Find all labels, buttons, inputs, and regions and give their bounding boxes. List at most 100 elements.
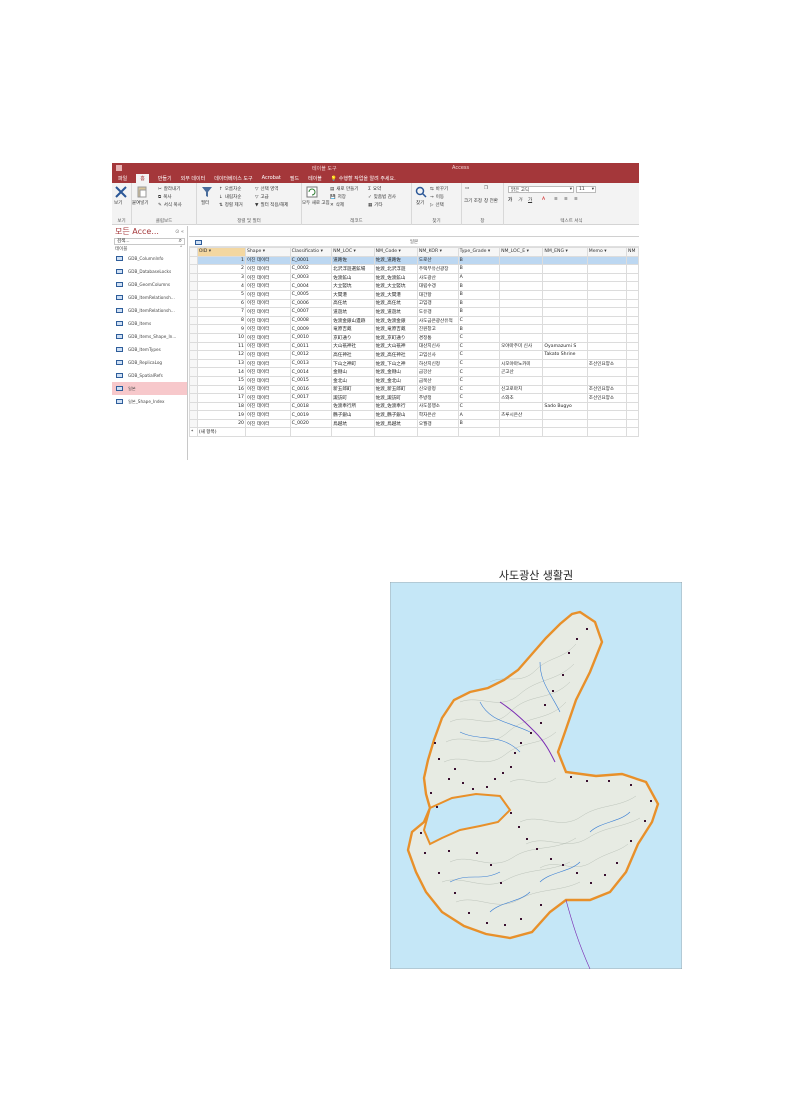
table-cell[interactable]: 佐渡鉱山 [331,272,375,283]
table-cell[interactable]: C_0006 [289,298,333,309]
table-cell[interactable] [586,410,628,420]
table-cell[interactable]: 이진 데이터 [244,272,291,283]
table-cell[interactable]: C_0012 [289,350,333,360]
table-cell[interactable]: 이진 데이터 [244,358,291,369]
goto-button[interactable]: → 이동 [430,194,444,201]
table-cell[interactable]: 佐渡_鶴子銀山 [373,410,418,420]
copy-button[interactable]: ⧉ 복사 [158,194,172,200]
table-cell[interactable]: 이진 데이터 [244,367,291,377]
table-cell[interactable]: C_0011 [289,341,333,352]
table-cell[interactable]: 곤고산 [499,367,544,377]
table-cell[interactable]: C_0016 [289,384,333,395]
refresh-all-button[interactable] [306,186,318,198]
table-cell[interactable]: 高任神社 [331,350,375,360]
table-cell[interactable]: 佐渡_道遊坑 [373,307,418,317]
table-cell[interactable]: C [457,332,501,343]
row-selector[interactable] [189,281,198,291]
table-cell[interactable]: 사도봉행소 [416,401,459,412]
table-cell[interactable]: 大立竪坑 [331,281,375,291]
table-cell[interactable] [499,298,544,309]
nav-item[interactable]: GDB_GeomColumns [112,278,187,291]
table-cell[interactable]: 금강산 [416,367,459,377]
align-center-button[interactable]: ≡ [564,197,568,202]
table-cell[interactable]: 鳥越坑 [331,418,375,429]
nav-item-selected[interactable]: 일본 [112,382,187,395]
table-cell[interactable]: 조선인요양소 [586,358,628,369]
table-cell[interactable] [499,255,544,266]
table-cell[interactable] [586,367,628,377]
table-cell[interactable]: 이진 데이터 [244,350,291,360]
table-cell[interactable]: 佐渡_大立竪坑 [373,281,418,291]
column-header-classification[interactable]: Classificatio ▾ [289,247,333,257]
table-cell[interactable] [586,332,628,343]
table-cell[interactable]: 新五郎町 [331,384,375,395]
tab-database-tools[interactable]: 데이터베이스 도구 [214,175,252,182]
table-cell[interactable] [626,315,639,326]
table-row[interactable]: 18 이진 데이터 C_0018 佐渡奉行所 佐渡_佐渡奉行 사도봉행소 C Sado Bug… [189,401,639,412]
table-row[interactable]: 3 이진 데이터 C_0003 佐渡鉱山 佐渡_佐渡鉱山 사도광산 A [189,272,639,283]
table-cell[interactable]: 佐渡_新五郎町 [373,384,418,395]
nav-header[interactable]: 모든 Acce... ⊙ « [112,226,187,237]
table-cell[interactable]: C_0005 [289,289,333,300]
table-cell[interactable]: 추방정 [416,393,459,403]
table-cell[interactable] [586,255,628,266]
tell-me-box[interactable]: 💡 수행할 작업을 알려 주세요. [331,175,405,182]
tab-table[interactable]: 테이블 [308,175,322,182]
table-row[interactable]: 9 이진 데이터 C_0009 竜原吉蔵 佐渡_竜原吉蔵 진원창고 B [189,324,639,334]
nav-search-input[interactable]: 검색... ⌕ [114,238,185,245]
table-cell[interactable] [586,418,628,429]
row-selector[interactable] [189,289,198,300]
table-cell[interactable]: 佐渡金銀山遺跡 [331,315,375,326]
tab-external-data[interactable]: 외부 데이터 [181,175,206,182]
table-cell[interactable]: 이진 데이터 [244,410,291,420]
table-cell[interactable] [586,281,628,291]
table-cell[interactable] [626,289,639,300]
new-record-row[interactable]: * (새 항목) [189,427,639,438]
column-header-nm[interactable]: NM [626,247,639,257]
table-cell[interactable]: 3 [196,272,246,283]
table-cell[interactable] [499,375,544,386]
selection-button[interactable]: ▽ 선택 영역 [255,186,278,193]
table-cell[interactable] [626,401,639,412]
table-cell[interactable] [626,264,639,274]
table-cell[interactable]: C_0013 [289,358,333,369]
table-cell[interactable]: 大山祇神社 [331,341,375,352]
table-row[interactable]: 13 이진 데이터 C_0013 下山之神町 佐渡_下山之神 하산지신정 C 시모야마노카미 조… [189,358,639,369]
table-cell[interactable]: 이진 데이터 [244,341,291,352]
table-cell[interactable]: C_0003 [289,272,333,283]
table-cell[interactable]: 이진 데이터 [244,264,291,274]
table-cell[interactable]: 佐渡_金剛山 [373,367,418,377]
table-cell[interactable] [542,307,588,317]
row-selector[interactable] [189,375,198,386]
table-cell[interactable]: 佐渡奉行所 [331,401,375,412]
table-cell[interactable]: C [457,367,501,377]
spelling-button[interactable]: ✓ 맞춤법 검사 [368,194,396,201]
table-cell[interactable] [499,332,544,343]
table-cell[interactable] [626,427,639,438]
table-cell[interactable]: 대산지신사 [416,341,459,352]
table-cell[interactable]: 佐渡_佐渡鉱山 [373,272,418,283]
table-cell[interactable]: C [457,393,501,403]
row-selector[interactable] [189,332,198,343]
size-to-fit-button[interactable]: ▭ [465,186,469,191]
table-cell[interactable] [542,281,588,291]
table-cell[interactable] [626,350,639,360]
table-cell[interactable] [542,418,588,429]
table-cell[interactable] [586,401,628,412]
table-cell[interactable]: A [457,410,501,420]
select-button[interactable]: ▷ 선택 [430,202,444,209]
table-cell[interactable] [499,289,544,300]
table-cell[interactable]: 12 [196,350,246,360]
table-cell[interactable]: 경정통 [416,332,459,343]
table-cell[interactable]: 7 [196,307,246,317]
column-header-nm-loc-e[interactable]: NM_LOC_E ▾ [499,247,544,257]
table-row[interactable]: 14 이진 데이터 C_0014 金剛山 佐渡_金剛山 금강산 C 곤고산 [189,367,639,377]
table-cell[interactable]: 조선인요양소 [586,384,628,395]
table-cell[interactable] [499,324,544,334]
row-selector[interactable] [189,367,198,377]
table-cell[interactable]: 대립수갱 [416,281,459,291]
column-header-nm-loc[interactable]: NM_LOC ▾ [331,247,375,257]
table-cell[interactable] [626,341,639,352]
table-cell[interactable]: 佐渡_北沢浮遊 [373,264,418,274]
table-cell[interactable]: 금북산 [416,375,459,386]
